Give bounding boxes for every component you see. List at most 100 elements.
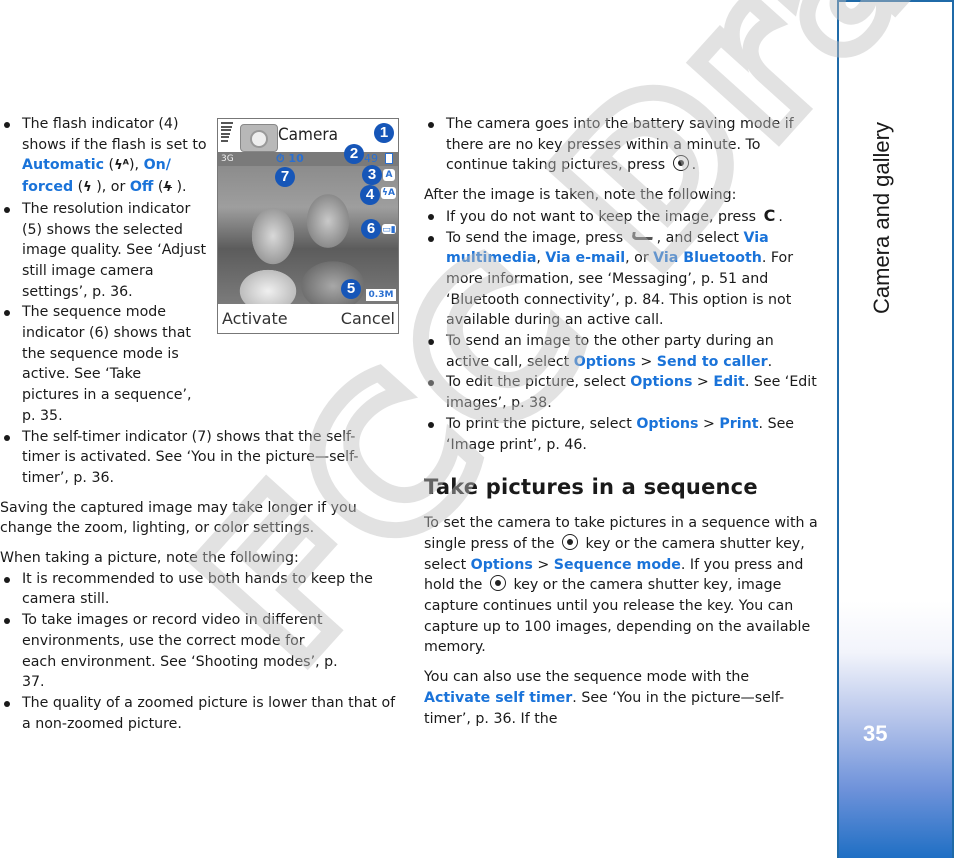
images-remaining: 49 (364, 152, 378, 165)
select-key-icon (562, 533, 579, 550)
chapter-side-tab: Camera and gallery 35 (837, 0, 954, 858)
text: The camera goes into the battery saving … (446, 116, 794, 174)
right-column: The camera goes into the battery saving … (424, 114, 819, 729)
self-timer-indicator: ⏱ 10 (276, 152, 304, 166)
callout-7: 7 (275, 167, 295, 187)
text: To send the image, press (446, 229, 628, 246)
text: ). (172, 179, 187, 196)
link-edit[interactable]: Edit (713, 374, 745, 390)
text: . (767, 353, 773, 370)
memory-card-icon (385, 153, 393, 164)
right-softkey[interactable]: Cancel (341, 304, 395, 333)
text: If you do not want to keep the image, pr… (446, 208, 761, 225)
list-item-send: To send the image, press , and select Vi… (424, 228, 819, 332)
phone-camera-screenshot: Camera 3G ⏱ 10 49 A ϟA ▭▮ 0.3M 1 2 3 4 6… (217, 118, 399, 334)
list-item: It is recommended to use both hands to k… (0, 569, 398, 610)
sequence-mode-indicator: ▭▮ (382, 224, 396, 235)
text: > (532, 556, 554, 573)
list-item-print: To print the picture, select Options > P… (424, 414, 819, 455)
link-print[interactable]: Print (719, 416, 758, 432)
paragraph-sequence: To set the camera to take pictures in a … (424, 513, 819, 658)
callout-5: 5 (341, 279, 361, 299)
text: To take images or record video in differ… (22, 612, 338, 691)
link-sequence-mode[interactable]: Sequence mode (554, 557, 681, 573)
text: You can also use the sequence mode with … (424, 669, 750, 686)
text: ), (129, 157, 144, 174)
network-indicator: 3G (221, 154, 234, 164)
paragraph-note: When taking a picture, note the followin… (0, 550, 299, 567)
select-key-icon (489, 575, 506, 592)
flash-indicator: ϟA (381, 187, 396, 199)
callout-6: 6 (361, 219, 381, 239)
page-number: 35 (863, 721, 888, 746)
link-options[interactable]: Options (574, 354, 636, 370)
callout-1: 1 (374, 123, 394, 143)
list-item: To take images or record video in differ… (0, 610, 342, 693)
phone-status-bar: 3G ⏱ 10 49 (218, 152, 398, 166)
link-via-email[interactable]: Via e-mail (545, 250, 625, 266)
left-softkey[interactable]: Activate (222, 304, 288, 333)
after-list: If you do not want to keep the image, pr… (424, 206, 819, 455)
text: The flash indicator (4) shows if the fla… (22, 116, 207, 153)
camera-app-icon (240, 124, 278, 152)
paragraph-saving: Saving the captured image may take longe… (0, 499, 357, 537)
clear-key-icon: C (763, 205, 776, 225)
callout-2: 2 (344, 144, 364, 164)
phone-screen-title: Camera (278, 125, 339, 145)
list-item-flash-indicator: The flash indicator (4) shows if the fla… (0, 114, 207, 199)
text: . (691, 157, 697, 174)
text: ), or (91, 179, 130, 196)
list-item-sequence-indicator: The sequence mode indicator (6) shows th… (0, 302, 192, 426)
phone-title-bar: Camera (218, 119, 398, 152)
text: The sequence mode indicator (6) shows th… (22, 304, 192, 424)
link-options[interactable]: Options (471, 557, 533, 573)
text: > (635, 353, 657, 370)
text: > (698, 415, 720, 432)
paragraph-after-taken: After the image is taken, note the follo… (424, 187, 737, 204)
section-heading: Take pictures in a sequence (424, 475, 758, 500)
text: The quality of a zoomed picture is lower… (22, 694, 396, 732)
paragraph-self-timer: You can also use the sequence mode with … (424, 667, 819, 729)
text: To edit the picture, select (446, 374, 631, 391)
list-item-delete: If you do not want to keep the image, pr… (424, 206, 819, 228)
callout-3: 3 (362, 165, 382, 185)
signal-strength-icon (221, 122, 233, 146)
select-key-icon (672, 155, 689, 172)
link-options[interactable]: Options (630, 374, 692, 390)
link-activate-self-timer[interactable]: Activate self timer (424, 690, 572, 706)
phone-softkeys: Activate Cancel (218, 304, 398, 333)
text: It is recommended to use both hands to k… (22, 570, 373, 608)
text: , and select (656, 229, 744, 246)
list-item-battery-saving: The camera goes into the battery saving … (424, 114, 819, 176)
text: To print the picture, select (446, 415, 637, 432)
text: > (692, 374, 714, 391)
flash-on-icon: ϟ (83, 180, 92, 196)
link-automatic[interactable]: Automatic (22, 157, 104, 173)
list-item-send-to-caller: To send an image to the other party duri… (424, 331, 819, 372)
chapter-title: Camera and gallery (869, 122, 894, 314)
text: ( (153, 179, 164, 196)
callout-4: 4 (360, 185, 380, 205)
link-send-to-caller[interactable]: Send to caller (657, 354, 768, 370)
timer-icon: ⏱ (276, 152, 289, 165)
text: ( (104, 157, 115, 174)
list-item: The quality of a zoomed picture is lower… (0, 693, 398, 734)
battery-list: The camera goes into the battery saving … (424, 114, 819, 176)
flash-auto-icon: ϟᴬ (114, 158, 129, 174)
resolution-indicator: 0.3M (366, 289, 396, 301)
text: The self-timer indicator (7) shows that … (22, 428, 359, 486)
call-key-icon (630, 231, 654, 240)
self-timer-value: 10 (288, 152, 304, 165)
link-options[interactable]: Options (636, 416, 698, 432)
link-via-bluetooth[interactable]: Via Bluetooth (653, 250, 762, 266)
list-item-edit: To edit the picture, select Options > Ed… (424, 372, 819, 413)
note-list: It is recommended to use both hands to k… (0, 569, 398, 735)
list-item-resolution-indicator: The resolution indicator (5) shows the s… (0, 199, 207, 303)
link-off[interactable]: Off (130, 179, 154, 195)
list-item-self-timer-indicator: The self-timer indicator (7) shows that … (0, 427, 367, 489)
text: The resolution indicator (5) shows the s… (22, 200, 207, 300)
text: . (778, 208, 783, 225)
text: ( (73, 179, 84, 196)
flash-off-icon: ϟ (163, 180, 173, 196)
text: , or (625, 250, 654, 267)
